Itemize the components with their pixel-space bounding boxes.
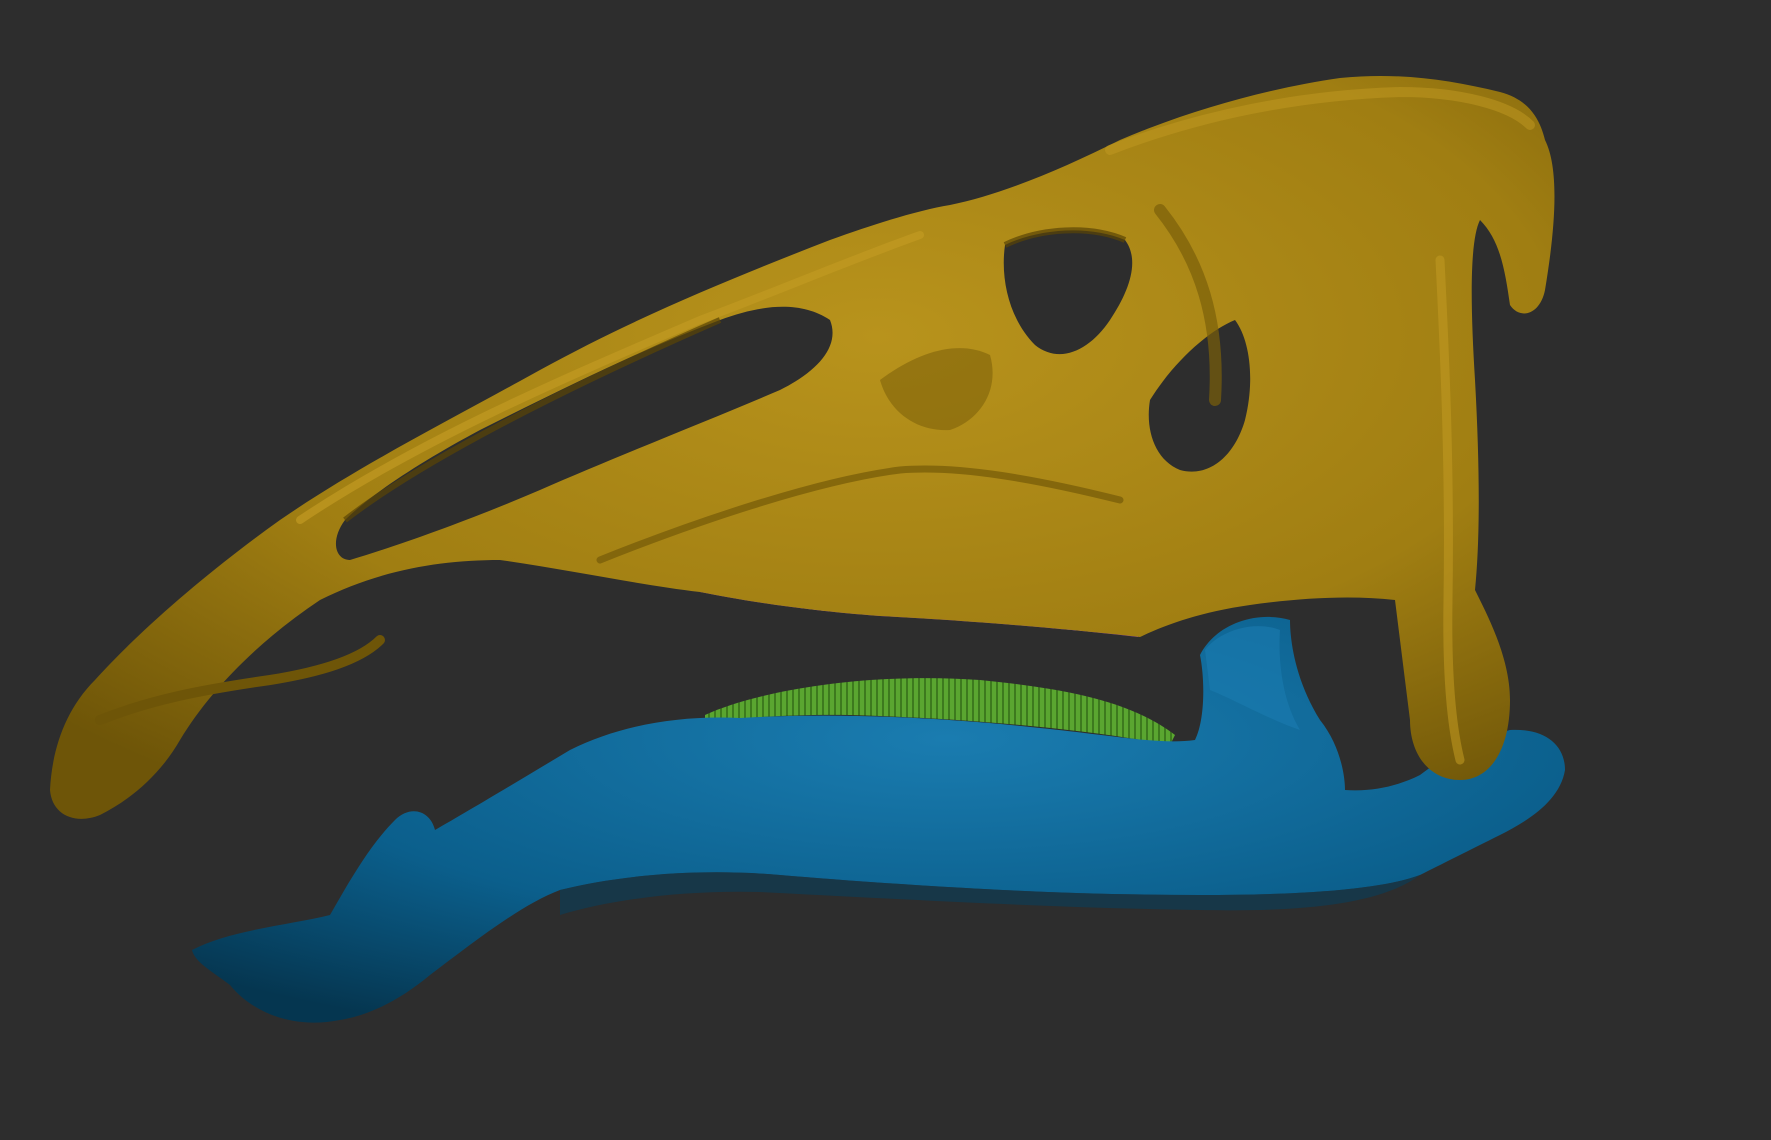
skull-render <box>50 75 1565 1023</box>
mandible <box>192 616 1565 1023</box>
3d-viewport[interactable] <box>0 0 1771 1140</box>
